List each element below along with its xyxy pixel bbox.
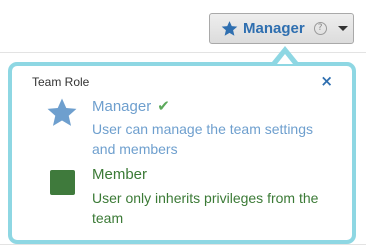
popover-title: Team Role <box>32 75 90 89</box>
check-icon: ✔ <box>157 97 170 115</box>
popover-arrow-inner <box>277 54 293 64</box>
role-option-name: Member <box>92 166 148 183</box>
divider <box>0 244 366 245</box>
page: Manager ? Team Role × Manager ✔ User can … <box>0 0 366 252</box>
help-icon[interactable]: ? <box>313 22 327 35</box>
role-option-description: User only inherits privileges from the t… <box>92 190 319 226</box>
role-option-name: Manager <box>92 98 152 115</box>
team-role-button[interactable]: Manager ? <box>209 13 354 44</box>
square-icon <box>50 170 75 195</box>
role-button-label: Manager <box>243 20 305 37</box>
star-icon <box>47 98 77 126</box>
role-option-description: User can manage the team settings and me… <box>92 121 314 157</box>
close-icon[interactable]: × <box>320 73 333 89</box>
caret-down-icon[interactable] <box>337 26 348 31</box>
team-role-popover: Team Role × Manager ✔ User can manage the… <box>8 62 356 244</box>
star-icon <box>221 21 238 36</box>
divider <box>0 52 366 53</box>
